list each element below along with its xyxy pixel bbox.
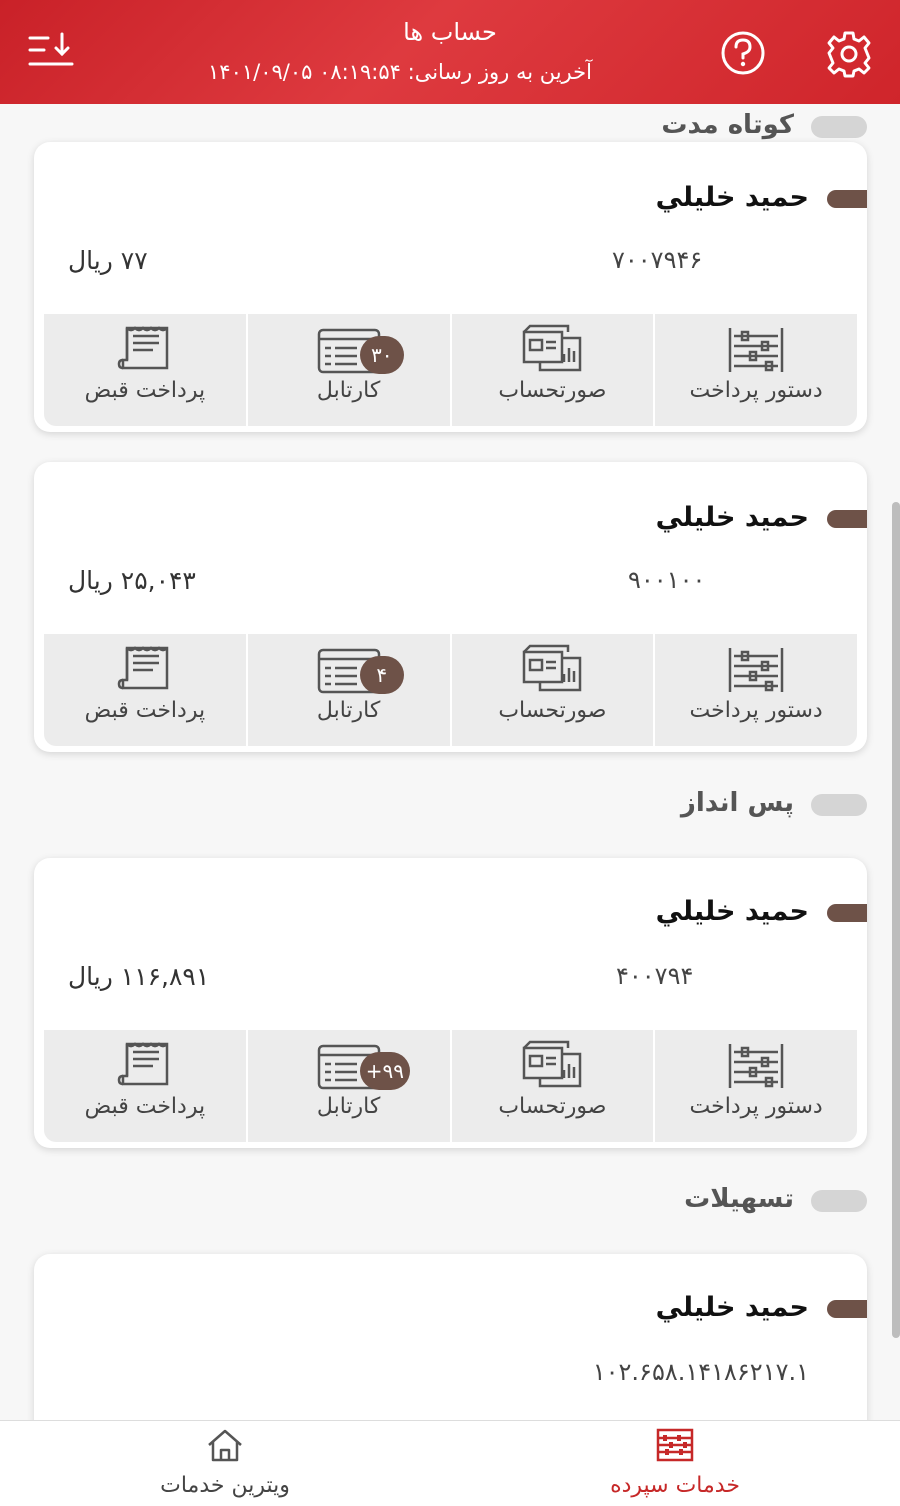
payment-order-label: دستور پرداخت [689,698,823,723]
card-marker [827,1300,867,1318]
nav-services-showcase-label: ویترین خدمات [160,1473,290,1498]
bill-payment-button[interactable]: پرداخت قبض [44,1030,246,1142]
statement-icon [523,324,582,372]
card-actions: پرداخت قبض ۳۰ کارتابل صورتحساب دستور پرد… [44,314,857,426]
statement-label: صورتحساب [498,698,607,723]
account-holder-name: حميد خليلي [655,896,809,927]
payment-order-button[interactable]: دستور پرداخت [653,634,857,746]
receipt-icon [117,646,169,690]
cartable-badge: +۹۹ [359,1052,410,1090]
payment-order-icon [728,1044,784,1088]
account-number: ۴۰۰۷۹۴ [616,962,694,990]
account-card[interactable]: حميد خليلي ۹۰۰۱۰۰ ۲۵,۰۴۳ ریال پرداخت قبض… [34,462,867,752]
home-icon [208,1429,242,1462]
account-balance: ۲۵,۰۴۳ ریال [68,566,196,595]
abacus-icon [656,1428,694,1462]
cartable-button[interactable]: ۳۰ کارتابل [245,314,450,426]
card-marker [827,510,867,528]
bill-payment-button[interactable]: پرداخت قبض [44,314,246,426]
account-balance: ۷۷ ریال [68,246,148,275]
account-card[interactable]: حميد خليلي ۴۰۰۷۹۴ ۱۱۶,۸۹۱ ریال پرداخت قب… [34,858,867,1148]
account-number: ۹۰۰۱۰۰ [628,566,706,594]
card-marker [827,190,867,208]
nav-deposit-services[interactable]: خدمات سپرده [450,1421,900,1506]
receipt-icon [117,1042,169,1086]
account-holder-name: حميد خليلي [655,502,809,533]
loan-number: ۱۰۲.۶۵۸.۱۴۱۸۶۲۱۷.۱ [592,1358,809,1386]
payment-order-button[interactable]: دستور پرداخت [653,314,857,426]
bottom-navigation: ویترین خدمات خدمات سپرده [0,1420,900,1506]
statement-button[interactable]: صورتحساب [449,314,654,426]
cartable-label: کارتابل [316,698,381,723]
payment-order-button[interactable]: دستور پرداخت [653,1030,857,1142]
last-update-text: آخرین به روز رسانی: ۰۸:۱۹:۵۴ ۱۴۰۱/۰۹/۰۵ [208,60,592,84]
cartable-badge: ۴ [359,656,404,694]
card-marker [827,904,867,922]
account-number: ۷۰۰۷۹۴۶ [612,246,703,274]
bill-payment-label: پرداخت قبض [84,1094,206,1119]
cartable-badge: ۳۰ [359,336,404,374]
gear-icon[interactable] [824,28,874,78]
help-icon[interactable] [718,28,768,78]
cartable-button[interactable]: ۴ کارتابل [245,634,450,746]
section-title-short-term: کوتاه مدت [661,110,794,140]
bill-payment-button[interactable]: پرداخت قبض [44,634,246,746]
nav-services-showcase[interactable]: ویترین خدمات [0,1421,450,1506]
statement-button[interactable]: صورتحساب [449,1030,654,1142]
account-holder-name: حميد خليلي [655,182,809,213]
scrollbar-thumb[interactable] [892,502,900,1338]
section-title-facilities: تسهیلات [684,1184,794,1214]
card-actions: پرداخت قبض +۹۹ کارتابل صورتحساب دستور پر… [44,1030,857,1142]
section-toggle-short-term[interactable] [811,116,867,138]
statement-icon [523,1040,582,1088]
statement-button[interactable]: صورتحساب [449,634,654,746]
statement-label: صورتحساب [498,378,607,403]
app-header: حساب ها آخرین به روز رسانی: ۰۸:۱۹:۵۴ ۱۴۰… [0,0,900,104]
payment-order-label: دستور پرداخت [689,378,823,403]
section-title-savings: پس انداز [680,788,794,818]
bill-payment-label: پرداخت قبض [84,698,206,723]
card-actions: پرداخت قبض ۴ کارتابل صورتحساب دستور پردا… [44,634,857,746]
bill-payment-label: پرداخت قبض [84,378,206,403]
nav-deposit-services-label: خدمات سپرده [610,1473,740,1498]
statement-label: صورتحساب [498,1094,607,1119]
cartable-label: کارتابل [316,378,381,403]
account-holder-name: حميد خليلي [655,1292,809,1323]
payment-order-icon [728,648,784,692]
payment-order-label: دستور پرداخت [689,1094,823,1119]
section-toggle-facilities[interactable] [811,1190,867,1212]
payment-order-icon [728,328,784,372]
account-card[interactable]: حميد خليلي ۷۰۰۷۹۴۶ ۷۷ ریال پرداخت قبض ۳۰… [34,142,867,432]
account-balance: ۱۱۶,۸۹۱ ریال [68,962,210,991]
cartable-button[interactable]: +۹۹ کارتابل [245,1030,450,1142]
statement-icon [523,644,582,692]
receipt-icon [117,326,169,370]
cartable-label: کارتابل [316,1094,381,1119]
section-toggle-savings[interactable] [811,794,867,816]
